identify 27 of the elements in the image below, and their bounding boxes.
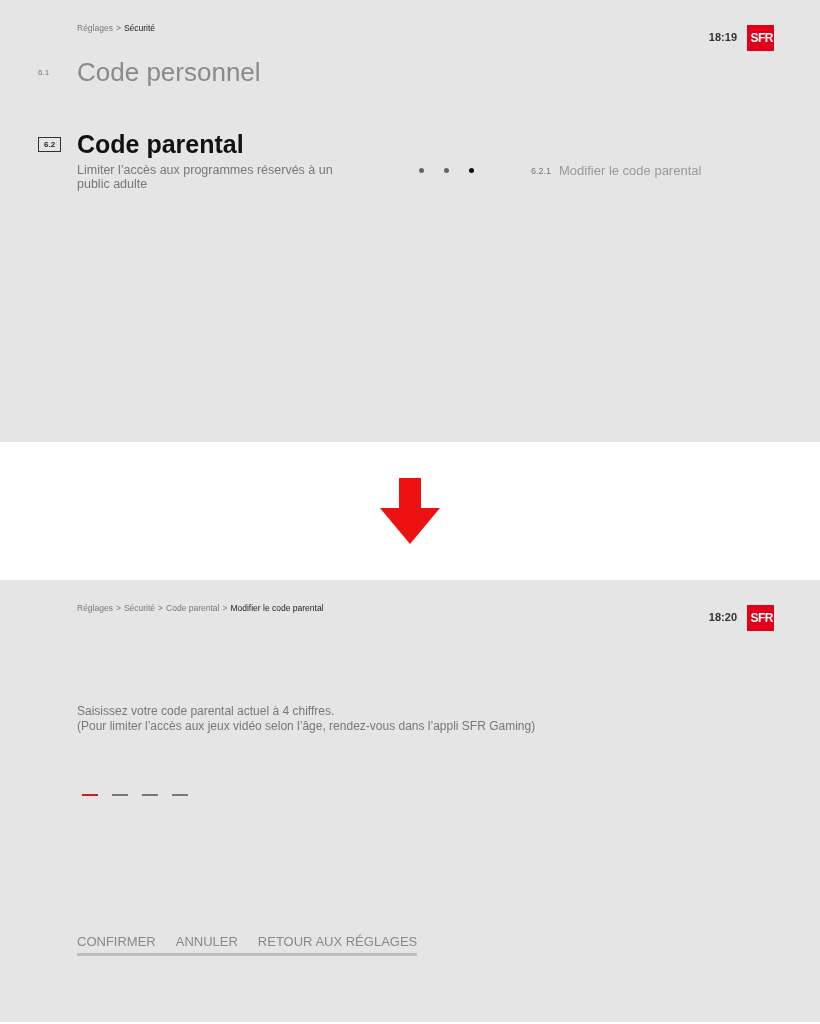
- instruction-text: Saisissez votre code parental actuel à 4 chiffres.: [77, 704, 335, 719]
- action-button[interactable]: CONFIRMER: [77, 934, 156, 949]
- menu-item[interactable]: Code parental: [77, 130, 244, 159]
- clock-time: 18:20: [708, 610, 737, 623]
- submenu-item[interactable]: Modifier le code parental: [559, 163, 702, 178]
- breadcrumb-item[interactable]: Sécurité: [123, 23, 156, 33]
- item-number: 6.2: [38, 137, 62, 152]
- breadcrumb-item[interactable]: Modifier le code parental: [230, 603, 324, 613]
- breadcrumb-separator: >: [158, 603, 164, 613]
- breadcrumb-item[interactable]: Réglages: [77, 603, 113, 613]
- clock-time: 18:19: [708, 30, 737, 43]
- breadcrumb-item[interactable]: Code parental: [166, 603, 220, 613]
- breadcrumb-separator: >: [115, 23, 121, 33]
- item-description: Limiter l’accès aux programmes réservés à un public adulte: [77, 163, 334, 191]
- logo: SFR: [747, 25, 774, 51]
- logo: SFR: [747, 605, 774, 631]
- action-button[interactable]: ANNULER: [175, 934, 238, 949]
- item-number: 6.1: [38, 68, 50, 77]
- down-arrow-icon: [380, 478, 440, 544]
- submenu-number: 6.2.1: [531, 165, 552, 176]
- action-button[interactable]: RETOUR AUX RÉGLAGES: [257, 934, 418, 949]
- menu-item[interactable]: Code personnel: [77, 57, 261, 88]
- instruction-text: (Pour limiter l’accès aux jeux vidéo selon l’âge, rendez-vous dans l’appli SFR Gaming): [77, 719, 536, 734]
- breadcrumb-item[interactable]: Réglages: [77, 23, 113, 33]
- breadcrumb-separator: >: [222, 603, 228, 613]
- breadcrumb-separator: >: [115, 603, 121, 613]
- breadcrumb-item[interactable]: Sécurité: [123, 603, 156, 613]
